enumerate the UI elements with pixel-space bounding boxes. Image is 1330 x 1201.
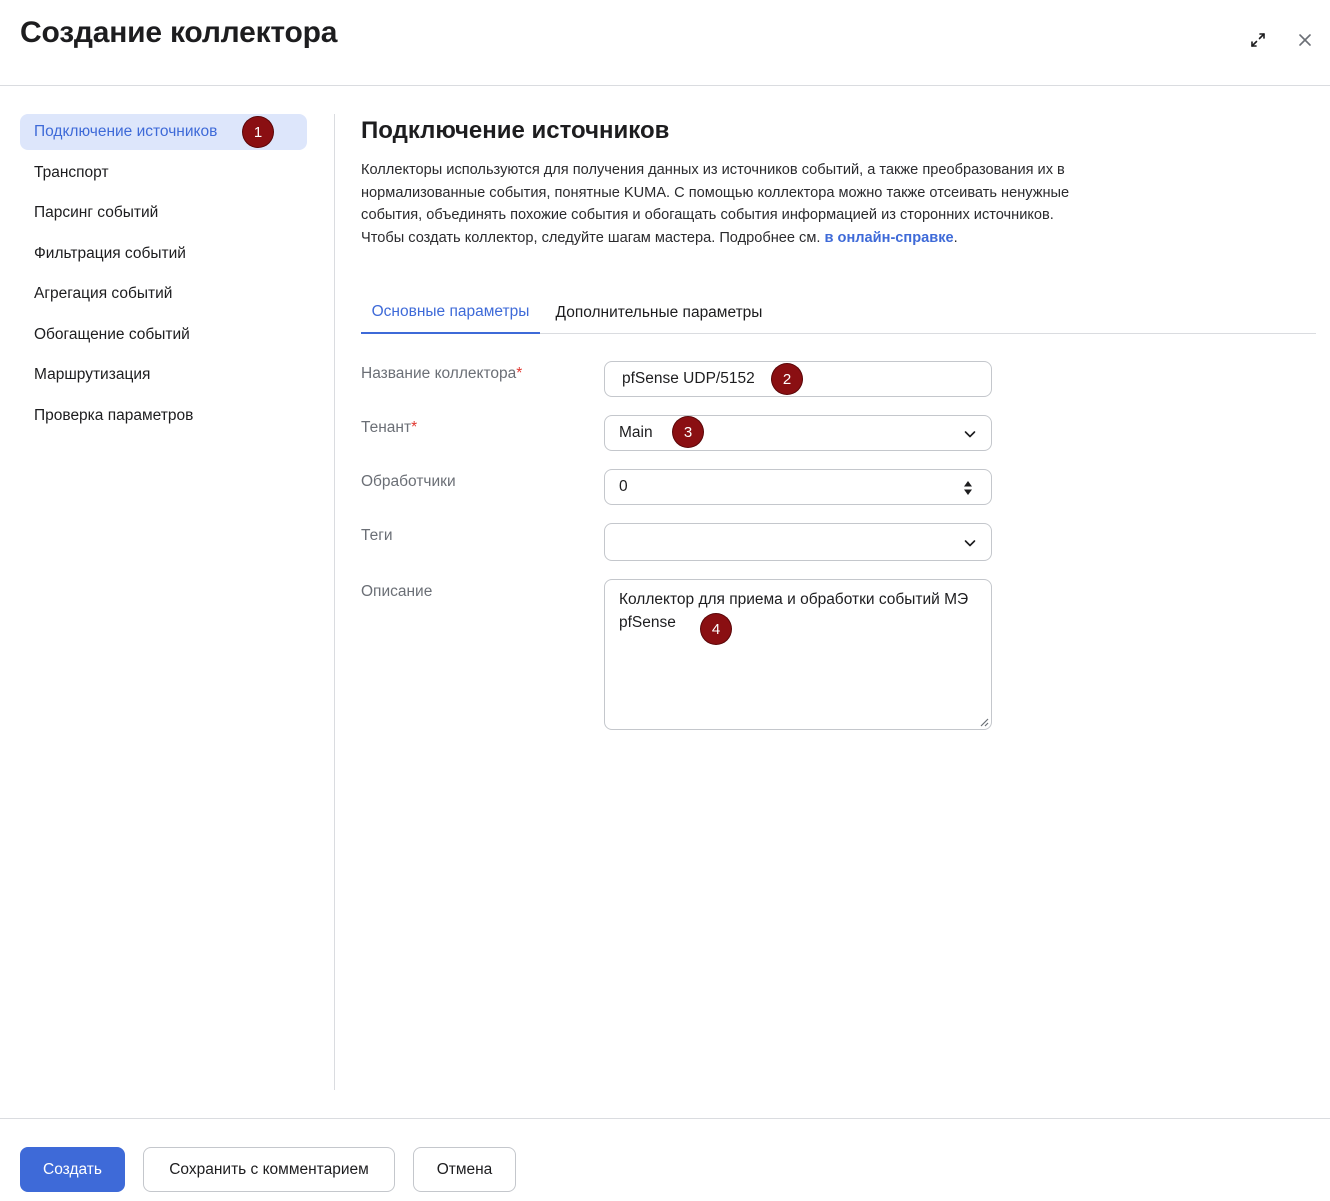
sidebar-item-event-aggregation[interactable]: Агрегация событий: [20, 276, 307, 312]
tenant-select[interactable]: Main 3: [604, 415, 992, 451]
select-value: Main: [619, 424, 653, 441]
annotation-badge-4: 4: [701, 614, 731, 644]
description-textarea[interactable]: Коллектор для приема и обработки событий…: [604, 579, 992, 730]
annotation-badge-1: 1: [243, 117, 273, 147]
sidebar-item-event-enrichment[interactable]: Обогащение событий: [20, 317, 307, 353]
sidebar-item-event-parsing[interactable]: Парсинг событий: [20, 195, 307, 231]
vertical-divider: [334, 114, 335, 1090]
dialog-header: Создание коллектора: [0, 0, 1330, 86]
sidebar-item-parameter-check[interactable]: Проверка параметров: [20, 398, 307, 434]
input-value: 0: [619, 478, 628, 495]
dialog-footer: Создать Сохранить с комментарием Отмена: [0, 1118, 1330, 1201]
tab-advanced-params[interactable]: Дополнительные параметры: [545, 292, 773, 334]
sidebar-item-label: Агрегация событий: [34, 285, 173, 302]
create-button[interactable]: Создать: [20, 1147, 125, 1192]
description-text: Коллекторы используются для получения да…: [361, 162, 1070, 246]
required-mark: *: [516, 365, 523, 382]
sidebar-item-label: Подключение источников: [34, 123, 218, 140]
save-with-comment-button[interactable]: Сохранить с комментарием: [143, 1147, 395, 1192]
sidebar-item-label: Проверка параметров: [34, 406, 194, 424]
wizard-steps-sidebar: Подключение источников 1 Транспорт Парси…: [20, 114, 307, 438]
collector-name-input[interactable]: pfSense UDP/5152 2: [604, 361, 992, 397]
required-mark: *: [411, 419, 418, 436]
description-label: Описание: [361, 583, 432, 601]
tabs-bar: Основные параметры Дополнительные параме…: [361, 292, 1316, 334]
sidebar-item-label: Фильтрация событий: [34, 244, 186, 262]
expand-arrows-icon[interactable]: [1248, 30, 1268, 50]
tenant-label: Тенант*: [361, 419, 417, 437]
tab-label: Основные параметры: [371, 303, 530, 320]
handlers-label: Обработчики: [361, 473, 456, 491]
resize-handle-icon[interactable]: [979, 717, 989, 727]
chevron-down-icon: [964, 431, 976, 438]
collector-name-label: Название коллектора*: [361, 365, 522, 383]
sidebar-item-label: Маршрутизация: [34, 366, 151, 383]
chevron-down-icon: [964, 540, 976, 547]
tab-label: Дополнительные параметры: [555, 304, 763, 321]
sidebar-item-source-connection[interactable]: Подключение источников 1: [20, 114, 307, 150]
tags-label: Теги: [361, 527, 393, 545]
stepper-arrows-icon[interactable]: [963, 479, 973, 497]
cancel-button[interactable]: Отмена: [413, 1147, 516, 1192]
section-description: Коллекторы используются для получения да…: [361, 159, 1086, 249]
textarea-value: Коллектор для приема и обработки событий…: [619, 591, 969, 631]
sidebar-item-label: Парсинг событий: [34, 204, 159, 221]
label-text: Обработчики: [361, 473, 456, 490]
annotation-badge-2: 2: [772, 364, 802, 394]
description-end: .: [953, 229, 958, 246]
annotation-badge-3: 3: [673, 417, 703, 447]
sidebar-item-label: Транспорт: [34, 163, 109, 181]
online-help-link[interactable]: в онлайн-справке: [825, 230, 954, 246]
label-text: Теги: [361, 527, 393, 544]
dialog-title: Создание коллектора: [20, 16, 338, 49]
sidebar-item-event-filtering[interactable]: Фильтрация событий: [20, 236, 307, 272]
close-icon[interactable]: [1295, 30, 1315, 50]
tags-select[interactable]: [604, 523, 992, 561]
sidebar-item-label: Обогащение событий: [34, 325, 190, 343]
input-value: pfSense UDP/5152: [622, 370, 755, 387]
tab-basic-params[interactable]: Основные параметры: [361, 292, 540, 334]
handlers-number-input[interactable]: 0: [604, 469, 992, 505]
label-text: Описание: [361, 583, 433, 600]
sidebar-item-transport[interactable]: Транспорт: [20, 155, 307, 191]
label-text: Тенант: [361, 419, 412, 436]
sidebar-item-routing[interactable]: Маршрутизация: [20, 357, 307, 393]
label-text: Название коллектора: [361, 365, 517, 382]
section-title: Подключение источников: [361, 117, 670, 144]
